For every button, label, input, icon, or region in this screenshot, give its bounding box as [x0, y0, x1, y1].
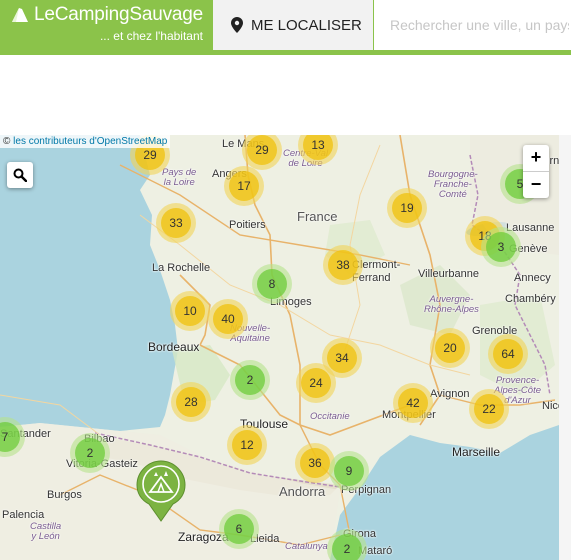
cluster-count: 33 [161, 208, 191, 238]
cluster-count: 2 [332, 534, 362, 560]
map-attribution: © les contributeurs d'OpenStreetMap [0, 135, 171, 148]
brand-logo[interactable]: LeCampingSauvage ... et chez l'habitant [10, 4, 203, 43]
cluster-count: 2 [75, 438, 105, 468]
country-label-andorra: Andorra [279, 484, 326, 499]
region-label-pays-de-la-loire: Pays de la Loire [162, 167, 197, 188]
cluster-count: 36 [300, 448, 330, 478]
cluster-count: 6 [224, 514, 254, 544]
cluster-20[interactable]: 20 [430, 328, 470, 368]
cluster-10[interactable]: 10 [170, 291, 210, 331]
city-label-avignon: Avignon [430, 388, 470, 400]
cluster-28[interactable]: 28 [171, 382, 211, 422]
cluster-count: 24 [301, 368, 331, 398]
side-panel-edge [559, 135, 571, 560]
top-header: LeCampingSauvage ... et chez l'habitant … [0, 0, 571, 55]
city-label-annecy: Annecy [514, 272, 551, 284]
cluster-33[interactable]: 33 [156, 203, 196, 243]
map-search-button[interactable] [7, 162, 33, 188]
cluster-8[interactable]: 8 [252, 264, 292, 304]
country-label-france: France [297, 209, 338, 224]
cluster-64[interactable]: 64 [488, 334, 528, 374]
cluster-19[interactable]: 19 [387, 188, 427, 228]
cluster-24[interactable]: 24 [296, 363, 336, 403]
city-label-nice: Nice [542, 400, 559, 412]
cluster-40[interactable]: 40 [208, 299, 248, 339]
cluster-count: 3 [486, 232, 516, 262]
city-label-villeurbanne: Villeurbanne [418, 268, 479, 280]
city-label-chambery: Chambéry [505, 293, 556, 305]
cluster-12[interactable]: 12 [227, 425, 267, 465]
cluster-22[interactable]: 22 [469, 389, 509, 429]
cluster-count: 13 [303, 135, 333, 160]
cluster-42[interactable]: 42 [393, 383, 433, 423]
city-label-la-rochelle: La Rochelle [152, 262, 211, 274]
tent-logo-icon [12, 8, 28, 22]
camping-pin-icon[interactable] [136, 460, 186, 527]
cluster-count: 17 [229, 171, 259, 201]
osm-attribution-link[interactable]: les contributeurs d'OpenStreetMap [13, 136, 167, 147]
cluster-9[interactable]: 9 [329, 451, 369, 491]
cluster-count: 12 [232, 430, 262, 460]
city-label-poitiers: Poitiers [229, 219, 266, 231]
cluster-count: 64 [493, 339, 523, 369]
cluster-count: 8 [257, 269, 287, 299]
region-label-catalunya: Catalunya [285, 541, 328, 552]
cluster-2-bilbao[interactable]: 2 [70, 433, 110, 473]
brand-subtitle: ... et chez l'habitant [99, 29, 203, 43]
locate-me-label: ME LOCALISER [251, 16, 362, 34]
city-label-marseille: Marseille [452, 445, 501, 459]
cluster-3[interactable]: 3 [481, 227, 521, 267]
cluster-count: 34 [327, 343, 357, 373]
cluster-count: 40 [213, 304, 243, 334]
city-label-burgos: Burgos [47, 489, 82, 501]
camping-pin-shape [136, 460, 186, 522]
cluster-count: 42 [398, 388, 428, 418]
cluster-count: 28 [176, 387, 206, 417]
city-label-bordeaux: Bordeaux [148, 340, 200, 354]
cluster-2-aquitaine[interactable]: 2 [230, 360, 270, 400]
zoom-in-button[interactable]: + [523, 145, 549, 172]
cluster-count: 9 [334, 456, 364, 486]
cluster-count: 2 [235, 365, 265, 395]
city-label-palencia: Palencia [2, 509, 45, 521]
locate-me-button[interactable]: ME LOCALISER [213, 0, 373, 50]
region-label-castilla-y-leon: Castilla y León [30, 521, 62, 542]
cluster-count: 22 [474, 394, 504, 424]
cluster-count: 10 [175, 296, 205, 326]
cluster-count: 20 [435, 333, 465, 363]
brand-title: LeCampingSauvage [34, 4, 203, 25]
map-view[interactable]: France Andorra Le Mans Angers Poitiers L… [0, 135, 559, 560]
cluster-38[interactable]: 38 [323, 245, 363, 285]
cluster-6[interactable]: 6 [219, 509, 259, 549]
location-search-input[interactable] [374, 0, 571, 50]
cluster-count: 19 [392, 193, 422, 223]
cluster-count: 38 [328, 250, 358, 280]
cluster-count: 7 [0, 422, 20, 452]
attribution-prefix: © [3, 136, 14, 147]
cluster-17[interactable]: 17 [224, 166, 264, 206]
magnifier-icon [13, 168, 27, 182]
region-label-occitanie: Occitanie [310, 411, 350, 422]
map-pin-icon [231, 17, 243, 33]
region-label-auvergne-rhone-alpes: Auvergne- Rhône-Alpes [424, 294, 479, 315]
region-label-bourgogne-franche-comte: Bourgogne- Franche- Comté [428, 169, 478, 200]
cluster-count: 29 [247, 135, 277, 165]
zoom-control: + − [523, 145, 549, 198]
zoom-out-button[interactable]: − [523, 172, 549, 198]
